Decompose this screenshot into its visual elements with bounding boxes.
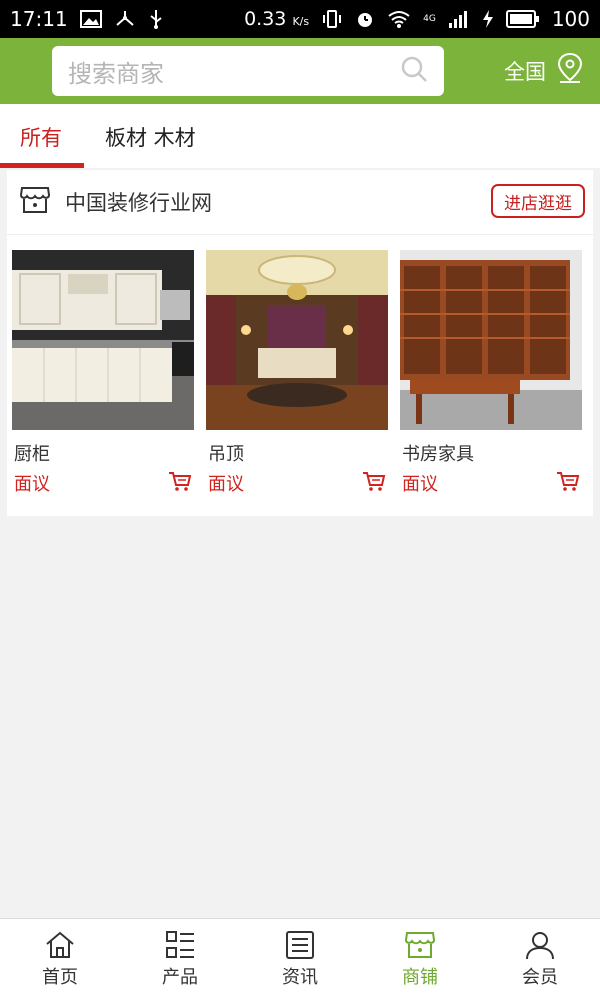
store-card: 中国装修行业网 进店逛逛 厨柜 面议 吊顶 面议 书房家具 面议 <box>7 170 593 516</box>
product-price: 面议 <box>402 474 438 495</box>
nav-products[interactable]: 产品 <box>120 919 240 1001</box>
network-type: 4G <box>423 13 436 24</box>
search-input[interactable]: 搜索商家 <box>68 54 164 89</box>
alarm-icon <box>355 9 375 29</box>
product-image-kitchen-cabinet[interactable] <box>12 250 194 430</box>
product-name[interactable]: 吊顶 <box>206 440 388 466</box>
status-time: 17:11 <box>10 7 68 31</box>
cart-icon[interactable] <box>168 470 192 496</box>
visit-store-button[interactable]: 进店逛逛 <box>491 184 585 218</box>
store-name[interactable]: 中国装修行业网 <box>65 187 212 217</box>
product-image-ceiling[interactable] <box>206 250 388 430</box>
vibrate-icon <box>321 9 343 29</box>
active-tab-indicator <box>0 163 84 168</box>
nav-home[interactable]: 首页 <box>0 919 120 1001</box>
news-icon[interactable] <box>284 929 316 961</box>
tab-board-wood[interactable]: 板材 木材 <box>105 122 196 152</box>
category-tabs: 所有 板材 木材 <box>0 104 600 168</box>
network-speed: 0.33 <box>244 8 287 30</box>
nav-member[interactable]: 会员 <box>480 919 600 1001</box>
region-selector[interactable]: 全国 <box>504 52 584 89</box>
product-item[interactable]: 厨柜 面议 <box>12 250 194 496</box>
cart-icon[interactable] <box>556 470 580 496</box>
search-bar[interactable]: 搜索商家 <box>52 46 444 96</box>
nav-label[interactable]: 首页 <box>42 963 78 989</box>
usb-icon <box>148 8 164 30</box>
nav-shops[interactable]: 商铺 <box>360 919 480 1001</box>
bottom-nav: 首页 产品 资讯 商铺 会员 <box>0 918 600 1001</box>
battery-icon <box>505 10 540 28</box>
region-label[interactable]: 全国 <box>504 56 546 86</box>
status-bar: 17:11 0.33 K/s 4G 100 <box>0 0 600 38</box>
list-icon[interactable] <box>164 929 196 961</box>
gallery-icon <box>79 10 102 28</box>
product-item[interactable]: 书房家具 面议 <box>400 250 582 496</box>
nav-label[interactable]: 资讯 <box>282 963 318 989</box>
nav-label[interactable]: 商铺 <box>402 963 438 989</box>
charging-icon <box>482 9 494 29</box>
store-header: 中国装修行业网 进店逛逛 <box>7 170 593 235</box>
product-image-study-furniture[interactable] <box>400 250 582 430</box>
search-icon[interactable] <box>400 55 428 87</box>
shop-icon[interactable] <box>404 929 436 961</box>
cart-icon[interactable] <box>362 470 386 496</box>
network-speed-unit: K/s <box>292 15 310 28</box>
nav-news[interactable]: 资讯 <box>240 919 360 1001</box>
wifi-icon <box>387 9 411 29</box>
signal-icon <box>448 9 470 29</box>
battery-level: 100 <box>551 7 590 31</box>
home-icon[interactable] <box>44 929 76 961</box>
product-name[interactable]: 书房家具 <box>400 440 582 466</box>
product-price: 面议 <box>14 474 50 495</box>
product-name[interactable]: 厨柜 <box>12 440 194 466</box>
share-icon <box>114 9 136 29</box>
nav-label[interactable]: 产品 <box>162 963 198 989</box>
product-price: 面议 <box>208 474 244 495</box>
store-icon <box>19 184 51 220</box>
user-icon[interactable] <box>524 929 556 961</box>
nav-label[interactable]: 会员 <box>522 963 558 989</box>
tab-all[interactable]: 所有 <box>20 122 62 152</box>
product-item[interactable]: 吊顶 面议 <box>206 250 388 496</box>
location-pin-icon[interactable] <box>556 52 584 89</box>
app-header: 搜索商家 全国 <box>0 38 600 104</box>
